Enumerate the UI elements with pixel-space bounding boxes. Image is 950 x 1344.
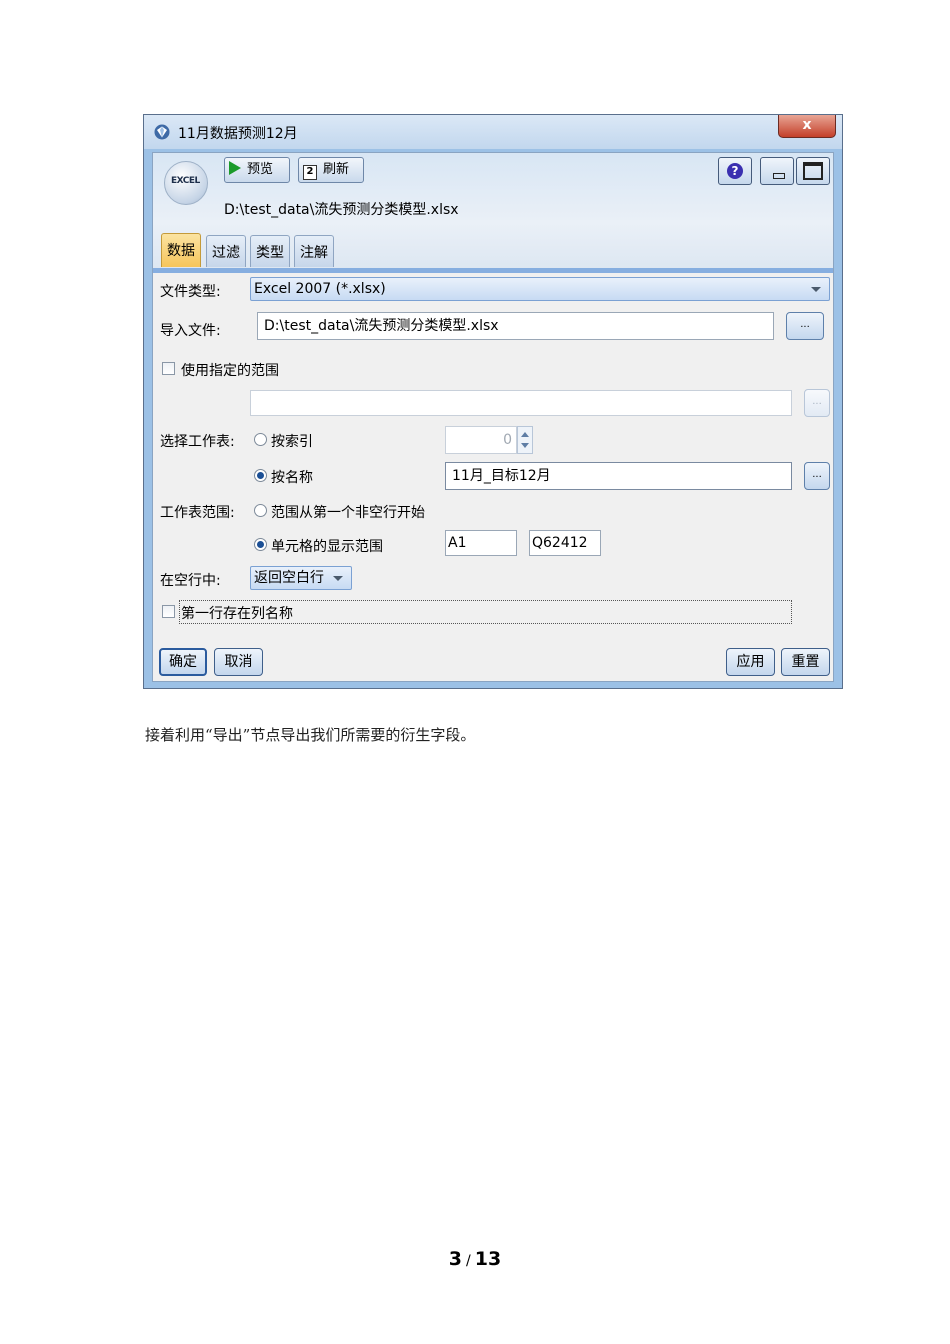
minimize-icon	[773, 173, 785, 179]
tab-filter[interactable]: 过滤	[206, 235, 246, 267]
excel-icon-text: EXCEL	[171, 176, 200, 186]
page-number: 3/13	[0, 1248, 950, 1270]
by-name-label: 按名称	[271, 470, 313, 486]
minimize-button[interactable]	[760, 157, 794, 185]
diamond-app-icon	[154, 124, 170, 140]
refresh-icon: 2	[303, 165, 317, 180]
sheet-index-input[interactable]: 0	[445, 426, 517, 454]
file-type-label: 文件类型:	[160, 284, 221, 300]
tab-type[interactable]: 类型	[250, 235, 290, 267]
sheet-name-input[interactable]: 11月_目标12月	[445, 462, 792, 490]
source-node-dialog: 11月数据预测12月 x EXCEL 预览 2 刷新 ? D:\test_data…	[143, 114, 843, 689]
cell-range-radio[interactable]	[254, 538, 267, 551]
first-row-names-label: 第一行存在列名称	[181, 606, 293, 622]
tab-data[interactable]: 数据	[161, 233, 201, 267]
empty-rows-label: 在空行中:	[160, 573, 221, 589]
cell-range-label: 单元格的显示范围	[271, 539, 383, 555]
spin-down-icon	[521, 443, 529, 448]
preview-button[interactable]: 预览	[224, 157, 290, 183]
browse-file-button[interactable]: ...	[786, 312, 824, 340]
by-index-radio[interactable]	[254, 433, 267, 446]
help-icon: ?	[727, 163, 743, 179]
use-range-label: 使用指定的范围	[181, 363, 279, 379]
page-total: 13	[474, 1248, 502, 1270]
play-icon	[229, 161, 241, 175]
range-input[interactable]	[250, 390, 792, 416]
empty-rows-value: 返回空白行	[254, 570, 324, 586]
apply-button[interactable]: 应用	[726, 648, 775, 676]
file-path: D:\test_data\流失预测分类模型.xlsx	[224, 202, 459, 218]
title-bar[interactable]: 11月数据预测12月 x	[144, 115, 842, 149]
range-browse-button[interactable]: ...	[804, 389, 830, 417]
ok-button[interactable]: 确定	[159, 648, 207, 676]
cell-to-input[interactable]: Q62412	[529, 530, 601, 556]
empty-rows-select[interactable]: 返回空白行	[250, 566, 352, 590]
maximize-button[interactable]	[796, 157, 830, 185]
page-separator: /	[466, 1253, 471, 1269]
dropdown-arrow-icon	[811, 287, 821, 292]
help-button[interactable]: ?	[718, 157, 752, 185]
import-file-label: 导入文件:	[160, 323, 221, 339]
refresh-label: 刷新	[323, 162, 350, 177]
range-first-row-label: 范围从第一个非空行开始	[271, 505, 425, 521]
by-name-radio[interactable]	[254, 469, 267, 482]
file-type-value: Excel 2007 (*.xlsx)	[254, 281, 386, 297]
reset-button[interactable]: 重置	[781, 648, 830, 676]
range-first-row-radio[interactable]	[254, 504, 267, 517]
cell-from-input[interactable]: A1	[445, 530, 517, 556]
refresh-button[interactable]: 2 刷新	[298, 157, 364, 183]
use-range-checkbox[interactable]	[162, 362, 175, 375]
document-caption: 接着利用“导出”节点导出我们所需要的衍生字段。	[145, 726, 476, 744]
window-title: 11月数据预测12月	[178, 126, 298, 142]
page-current: 3	[448, 1248, 463, 1270]
dialog-body: EXCEL 预览 2 刷新 ? D:\test_data\流失预测分类模型.xls…	[152, 152, 834, 682]
first-row-names-checkbox[interactable]	[162, 605, 175, 618]
by-index-label: 按索引	[271, 434, 313, 450]
close-button[interactable]: x	[778, 115, 836, 138]
index-spinner[interactable]	[517, 426, 533, 454]
tab-underline	[153, 268, 833, 273]
import-file-input[interactable]: D:\test_data\流失预测分类模型.xlsx	[257, 312, 774, 340]
spin-up-icon	[521, 432, 529, 437]
sheet-range-label: 工作表范围:	[160, 505, 235, 521]
cancel-button[interactable]: 取消	[214, 648, 263, 676]
excel-node-icon: EXCEL	[164, 161, 208, 205]
sheet-name-browse-button[interactable]: ...	[804, 462, 830, 490]
preview-label: 预览	[247, 162, 274, 177]
maximize-icon	[803, 162, 823, 180]
node-header: EXCEL 预览 2 刷新 ? D:\test_data\流失预测分类模型.xls…	[153, 153, 833, 269]
dropdown-arrow-icon	[333, 576, 343, 581]
select-sheet-label: 选择工作表:	[160, 434, 235, 450]
tab-annotation[interactable]: 注解	[294, 235, 334, 267]
file-type-select[interactable]: Excel 2007 (*.xlsx)	[250, 277, 830, 301]
